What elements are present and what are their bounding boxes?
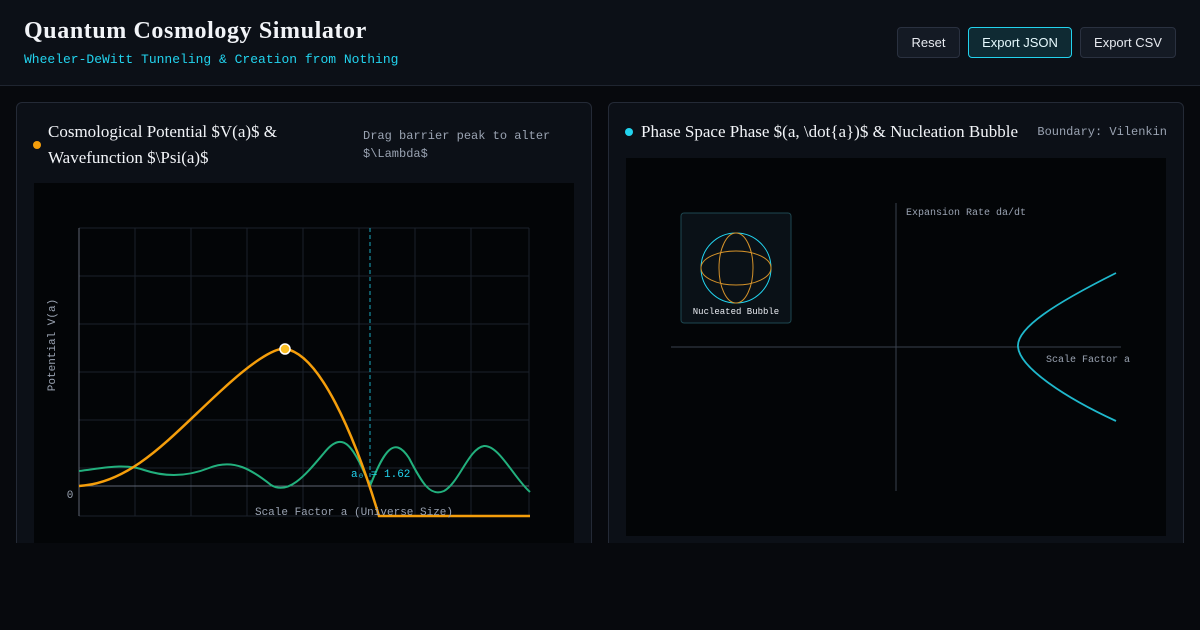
- phase-space-plot[interactable]: Expansion Rate da/dt Scale Factor a Nucl…: [626, 158, 1166, 536]
- potential-plot-svg[interactable]: Potential V(a) 0 a₀ = 1.62 Scale Factor …: [34, 183, 574, 563]
- potential-panel: Cosmological Potential $V(a)$ & Wavefunc…: [16, 102, 592, 563]
- app-header: Quantum Cosmology Simulator Wheeler-DeWi…: [0, 0, 1200, 86]
- phase-indicator-dot: [625, 128, 633, 136]
- potential-indicator-dot: [33, 141, 41, 149]
- zero-tick: 0: [67, 490, 74, 502]
- nucleated-bubble-inset: Nucleated Bubble: [680, 212, 792, 324]
- plot-grid: [79, 227, 530, 517]
- export-json-button[interactable]: Export JSON: [968, 27, 1072, 58]
- wavefunction-curve: [78, 440, 531, 494]
- phase-x-axis-label: Scale Factor a: [1046, 354, 1130, 366]
- barrier-peak-handle[interactable]: [279, 343, 291, 355]
- page-bottom-area: [0, 543, 1200, 630]
- a0-marker-label: a₀ = 1.62: [351, 469, 410, 481]
- phase-space-svg[interactable]: Expansion Rate da/dt Scale Factor a Nucl…: [626, 158, 1166, 536]
- bubble-label: Nucleated Bubble: [693, 307, 779, 317]
- potential-panel-title: Cosmological Potential $V(a)$ & Wavefunc…: [48, 122, 277, 167]
- phase-panel-title: Phase Space Phase $(a, \dot{a})$ & Nucle…: [641, 122, 1019, 141]
- potential-curve: [78, 347, 530, 518]
- app-title: Quantum Cosmology Simulator: [24, 18, 367, 44]
- x-axis-label: Scale Factor a (Universe Size): [255, 507, 453, 519]
- potential-panel-hint: Drag barrier peak to alter $\Lambda$: [363, 129, 551, 161]
- reset-button[interactable]: Reset: [897, 27, 960, 58]
- export-csv-button[interactable]: Export CSV: [1080, 27, 1176, 58]
- boundary-label: Boundary: Vilenkin: [1037, 125, 1167, 139]
- y-axis-label: Potential V(a): [47, 299, 59, 391]
- app-subtitle: Wheeler-DeWitt Tunneling & Creation from…: [24, 52, 399, 67]
- phase-y-axis-label: Expansion Rate da/dt: [906, 207, 1026, 219]
- phase-space-panel: Phase Space Phase $(a, \dot{a})$ & Nucle…: [608, 102, 1184, 562]
- potential-plot[interactable]: Potential V(a) 0 a₀ = 1.62 Scale Factor …: [34, 183, 574, 563]
